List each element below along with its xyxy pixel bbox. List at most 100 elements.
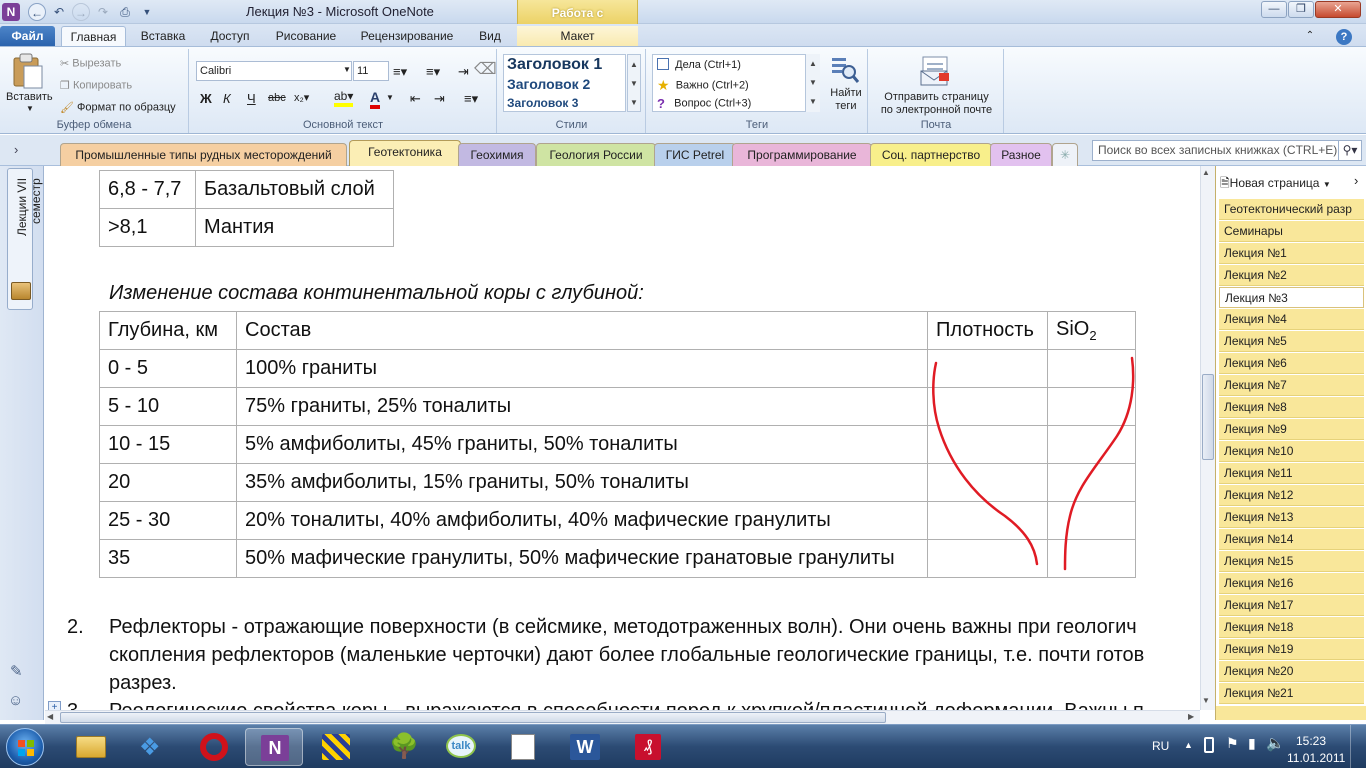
page-item[interactable]: Лекция №2: [1219, 265, 1364, 286]
cut-button[interactable]: ✂ Вырезать: [60, 57, 121, 70]
taskbar-onenote[interactable]: N: [245, 728, 303, 766]
minimize-button[interactable]: —: [1261, 1, 1287, 18]
email-page-icon[interactable]: [919, 55, 953, 87]
page-item[interactable]: Лекция №18: [1219, 617, 1364, 638]
tab-share[interactable]: Доступ: [200, 26, 260, 46]
page-item[interactable]: Лекция №9: [1219, 419, 1364, 440]
redo-icon[interactable]: ↷: [94, 3, 112, 21]
page-item[interactable]: Лекция №16: [1219, 573, 1364, 594]
page-item[interactable]: Лекция №8: [1219, 397, 1364, 418]
notebook-icon[interactable]: [11, 282, 31, 300]
clock-date[interactable]: 11.01.2011: [1287, 751, 1345, 765]
paste-button[interactable]: Вставить ▼: [6, 51, 53, 113]
tab-insert[interactable]: Вставка: [130, 26, 196, 46]
notebook-label[interactable]: Лекции VII семестр: [15, 178, 43, 278]
copy-button[interactable]: ❐ Копировать: [60, 79, 132, 92]
restore-button[interactable]: ❐: [1288, 1, 1314, 18]
font-size-select[interactable]: 11: [353, 61, 389, 81]
section-tab-geotectonics[interactable]: Геотектоника: [349, 140, 461, 166]
taskbar-app-2[interactable]: [307, 728, 365, 766]
help-icon[interactable]: ?: [1336, 29, 1352, 45]
tab-file[interactable]: Файл: [0, 26, 55, 46]
font-family-dropdown-icon[interactable]: ▼: [343, 65, 351, 74]
tab-view[interactable]: Вид: [470, 26, 510, 46]
sio2-ink-curve[interactable]: [1063, 356, 1135, 571]
email-page-label-2[interactable]: по электронной почте: [873, 104, 1000, 116]
volume-icon[interactable]: 🔈: [1266, 734, 1285, 752]
underline-icon[interactable]: Ч: [247, 91, 256, 106]
bold-icon[interactable]: Ж: [200, 91, 212, 106]
paragraph-line[interactable]: Рефлекторы - отражающие поверхности (в с…: [109, 616, 1137, 639]
unfiled-notes-icon[interactable]: ✎: [10, 662, 23, 680]
taskbar-app-3[interactable]: 🌳: [370, 728, 428, 766]
page-item[interactable]: Лекция №7: [1219, 375, 1364, 396]
undo-icon[interactable]: ↶: [50, 3, 68, 21]
style-heading-1[interactable]: Заголовок 1: [507, 56, 602, 74]
start-button[interactable]: [6, 728, 44, 766]
page-item[interactable]: Лекция №5: [1219, 331, 1364, 352]
page-item[interactable]: Лекция №11: [1219, 463, 1364, 484]
taskbar-app-5[interactable]: [493, 728, 551, 766]
bullets-icon[interactable]: ≡▾: [393, 64, 407, 80]
page-item[interactable]: Лекция №14: [1219, 529, 1364, 550]
strikethrough-icon[interactable]: abc: [268, 92, 286, 104]
show-desktop-button[interactable]: [1350, 725, 1366, 769]
indent-icon[interactable]: ⇥: [458, 64, 469, 80]
close-button[interactable]: ✕: [1315, 1, 1361, 18]
highlight-icon[interactable]: ab▾: [334, 89, 354, 107]
page-item[interactable]: Лекция №15: [1219, 551, 1364, 572]
tray-expand-icon[interactable]: ▲: [1184, 740, 1193, 750]
email-page-label-1[interactable]: Отправить страницу: [879, 91, 994, 103]
font-family-select[interactable]: Calibri: [196, 61, 352, 81]
section-tab-gis-petrel[interactable]: ГИС Petrel: [654, 143, 736, 166]
clear-formatting-icon[interactable]: ⌫: [474, 59, 497, 79]
page-item[interactable]: Лекция №20: [1219, 661, 1364, 682]
paragraph-line[interactable]: разрез.: [109, 672, 177, 695]
tab-draw[interactable]: Рисование: [268, 26, 344, 46]
tags-scroll[interactable]: ▲ ▼ ▼: [805, 54, 820, 112]
clock-time[interactable]: 15:23: [1296, 734, 1326, 748]
search-input[interactable]: Поиск во всех записных книжках (CTRL+E): [1092, 140, 1362, 161]
font-color-icon[interactable]: A: [370, 89, 381, 109]
paragraph-line[interactable]: скопления рефлекторов (маленькие черточк…: [109, 644, 1144, 667]
section-tab-social-partnership[interactable]: Соц. партнерство: [870, 143, 992, 166]
italic-icon[interactable]: К: [223, 91, 231, 106]
forward-icon[interactable]: →: [72, 3, 90, 21]
battery-icon[interactable]: [1204, 737, 1214, 753]
new-section-icon[interactable]: ✳: [1052, 143, 1078, 166]
styles-scroll[interactable]: ▲ ▼ ▼: [627, 54, 641, 112]
page-item[interactable]: Лекция №19: [1219, 639, 1364, 660]
taskbar-word[interactable]: W: [556, 728, 614, 766]
increase-indent-icon[interactable]: ⇥: [434, 91, 445, 107]
section-tab-geology-russia[interactable]: Геология России: [536, 143, 656, 166]
tab-home[interactable]: Главная: [61, 26, 126, 46]
font-color-dropdown-icon[interactable]: ▼: [386, 93, 394, 102]
page-item[interactable]: Лекция №13: [1219, 507, 1364, 528]
page-item[interactable]: Лекция №12: [1219, 485, 1364, 506]
page-item[interactable]: Геотектонический разр: [1219, 199, 1364, 220]
outdent-icon[interactable]: ⇤: [410, 91, 421, 107]
vertical-scrollbar[interactable]: ▲ ▼: [1200, 166, 1215, 710]
horizontal-scrollbar[interactable]: ◀ ▶: [45, 710, 1200, 724]
page-item-active[interactable]: Лекция №3: [1219, 287, 1364, 308]
print-preview-icon[interactable]: ⎙: [116, 3, 134, 21]
language-indicator[interactable]: RU: [1152, 739, 1169, 753]
tags-gallery[interactable]: Дела (Ctrl+1) ★ Важно (Ctrl+2) ? Вопрос …: [652, 54, 820, 112]
section-tab-programming[interactable]: Программирование: [732, 143, 872, 166]
styles-gallery[interactable]: Заголовок 1 Заголовок 2 Заголовок 3: [503, 54, 626, 112]
scroll-thumb[interactable]: [1202, 374, 1214, 460]
flag-icon[interactable]: ⚑: [1226, 735, 1239, 752]
page-item[interactable]: Семинары: [1219, 221, 1364, 242]
section-tab-ore-deposits[interactable]: Промышленные типы рудных месторождений: [60, 143, 347, 166]
format-painter-button[interactable]: 🖌 Формат по образцу: [60, 101, 176, 114]
page-item[interactable]: Лекция №1: [1219, 243, 1364, 264]
onenote-app-icon[interactable]: N: [2, 3, 20, 21]
section-tab-misc[interactable]: Разное: [990, 143, 1052, 166]
taskbar-explorer[interactable]: [62, 728, 120, 766]
section-tab-geochemistry[interactable]: Геохимия: [458, 143, 536, 166]
page-item[interactable]: Лекция №4: [1219, 309, 1364, 330]
align-icon[interactable]: ≡▾: [464, 91, 478, 107]
taskbar-acrobat[interactable]: ₰: [619, 728, 677, 766]
numbering-icon[interactable]: ≡▾: [426, 64, 440, 80]
style-heading-3[interactable]: Заголовок 3: [507, 96, 578, 110]
